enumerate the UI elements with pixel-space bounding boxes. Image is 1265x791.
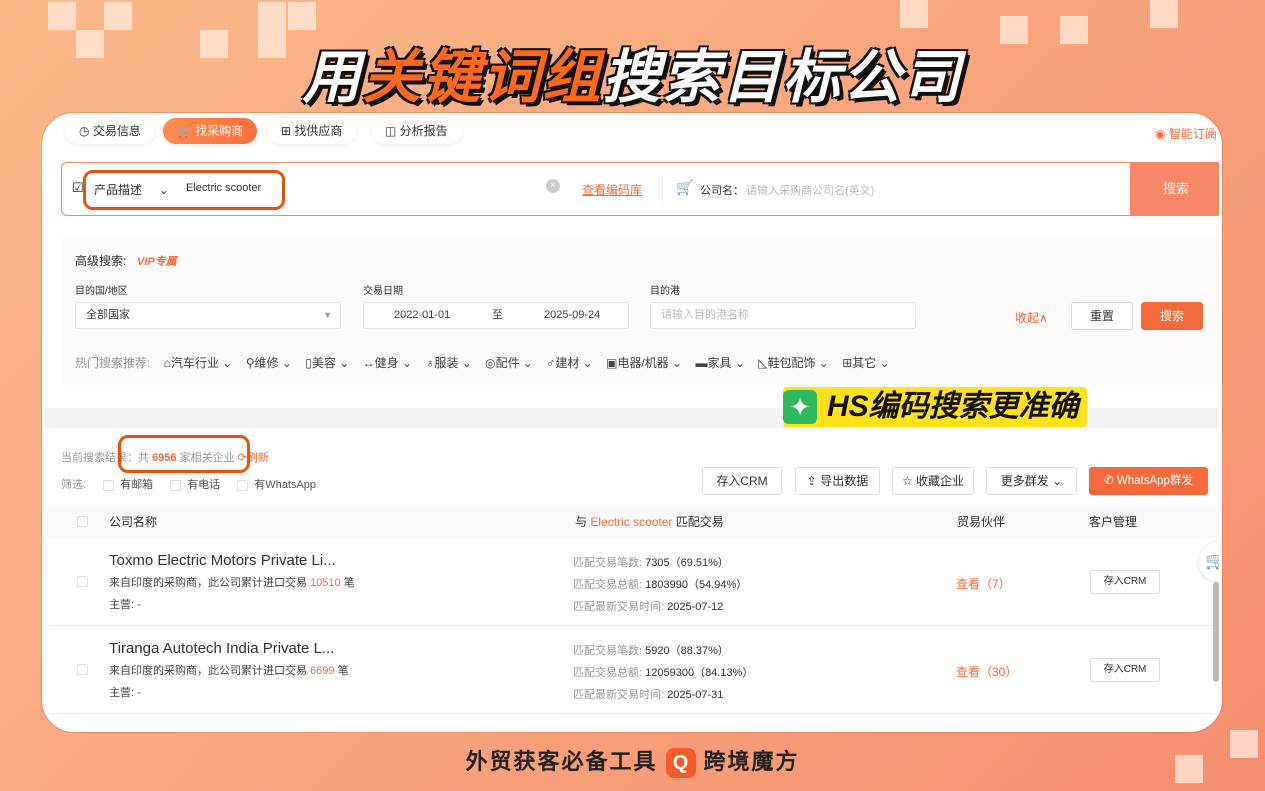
tab-find-suppliers[interactable]: ⊞ 找供应商 — [267, 118, 357, 144]
dropdown-icon: ▼ — [323, 310, 332, 320]
banner-title: 用关键词组搜索目标公司 — [302, 45, 963, 110]
highlight-box — [118, 435, 250, 473]
footer: 外贸获客必备工具 Q 跨境魔方 — [0, 744, 1265, 779]
hot-item[interactable]: ▯美容 ⌄ — [305, 356, 349, 370]
date-label: 交易日期 — [363, 286, 403, 297]
col-match: 与 Electric scooter 匹配交易 — [575, 515, 724, 529]
hot-item[interactable]: ⚲维修 ⌄ — [246, 356, 292, 370]
collapse-link[interactable]: 收起∧ — [1015, 309, 1048, 326]
decor — [900, 0, 928, 28]
hot-item[interactable]: ▣电器/机器 ⌄ — [606, 356, 682, 370]
sparkle-icon: ✦ — [783, 390, 817, 424]
decor — [258, 2, 286, 30]
select-all-checkbox[interactable] — [77, 516, 88, 527]
cart-icon: 🛒 — [676, 179, 694, 195]
tab-find-buyers[interactable]: 🛒 找采购商 — [163, 118, 258, 144]
col-partner: 贸易伙伴 — [957, 515, 1006, 529]
row-checkbox[interactable] — [77, 664, 88, 675]
tab-reports[interactable]: ◫ 分析报告 — [371, 118, 462, 144]
hot-item[interactable]: ⌂汽车行业 ⌄ — [164, 356, 233, 370]
app-window: ◷ 交易信息 🛒 找采购商 ⊞ 找供应商 ◫ 分析报告 ◉ 智能订阅 ☑ 产品描… — [42, 113, 1222, 732]
company-name[interactable]: Tiranga Autotech India Private L... — [109, 640, 334, 657]
row-save-crm-button[interactable]: 存入CRM — [1090, 570, 1160, 594]
location-icon: ◉ — [1155, 127, 1166, 141]
table-row: Toxmo Electric Motors Private Li... 来自印度… — [45, 538, 1219, 626]
decor — [1150, 0, 1178, 28]
advanced-search-panel: 高级搜索: VIP专属 目的国/地区 交易日期 目的港 全部国家 ▼ 2022-0… — [61, 236, 1219, 386]
main-business: 主营: - — [109, 687, 141, 699]
hot-item[interactable]: ◎配件 ⌄ — [485, 356, 533, 370]
tab-trade-info[interactable]: ◷ 交易信息 — [65, 118, 155, 144]
company-name[interactable]: Toxmo Electric Motors Private Li... — [109, 552, 336, 569]
divider — [662, 173, 663, 205]
favorite-button[interactable]: ☆ 收藏企业 — [892, 467, 974, 495]
decor — [48, 2, 76, 30]
brand-logo: Q — [665, 748, 696, 779]
port-label: 目的港 — [650, 286, 680, 297]
row-save-crm-button[interactable]: 存入CRM — [1090, 658, 1160, 682]
country-label: 目的国/地区 — [75, 286, 128, 297]
main-business: 主营: - — [109, 599, 141, 611]
col-name: 公司名称 — [109, 515, 158, 529]
advanced-title: 高级搜索: — [75, 254, 127, 268]
table-row: Tiranga Autotech India Private L... 来自印度… — [45, 626, 1219, 714]
table-header: 公司名称 与 Electric scooter 匹配交易 贸易伙伴 客户管理 — [45, 506, 1219, 538]
filters: 筛选: 有邮箱 有电话 有WhatsApp — [61, 479, 316, 491]
port-input[interactable]: 请输入目的港名称 — [650, 302, 916, 329]
export-button[interactable]: ⇪ 导出数据 — [795, 467, 880, 495]
decor — [288, 2, 316, 30]
vip-badge: VIP专属 — [137, 256, 177, 268]
filter-email[interactable]: 有邮箱 — [89, 479, 153, 491]
company-label: 公司名： — [700, 185, 744, 197]
hs-code-badge: ✦ HS编码搜索更准确 — [783, 387, 1087, 427]
hot-item[interactable]: ⊞其它 ⌄ — [842, 356, 889, 370]
hot-label: 热门搜索推荐: — [75, 356, 151, 370]
save-crm-button[interactable]: 存入CRM — [702, 467, 782, 495]
hot-item[interactable]: ♁服装 ⌄ — [425, 356, 471, 370]
decor — [104, 2, 132, 30]
reset-button[interactable]: 重置 — [1071, 302, 1133, 330]
whatsapp-broadcast-button[interactable]: ✆ WhatsApp群发 — [1089, 467, 1208, 495]
hot-searches: 热门搜索推荐: ⌂汽车行业 ⌄ ⚲维修 ⌄ ▯美容 ⌄ ↔健身 ⌄ ♁服装 ⌄ … — [75, 354, 900, 371]
smart-subscribe-link[interactable]: ◉ 智能订阅 — [1155, 125, 1217, 142]
date-range-input[interactable]: 2022-01-01 至 2025-09-24 — [363, 302, 629, 329]
hot-item[interactable]: ◺鞋包配饰 ⌄ — [758, 356, 829, 370]
country-select[interactable]: 全部国家 ▼ — [75, 302, 341, 329]
row-checkbox[interactable] — [77, 576, 88, 587]
code-library-link[interactable]: 查看编码库 — [582, 181, 642, 198]
hot-item[interactable]: ♂建材 ⌄ — [546, 356, 592, 370]
highlight-box — [83, 170, 285, 210]
search-button[interactable]: 搜索 — [1130, 163, 1219, 215]
col-manage: 客户管理 — [1089, 515, 1138, 529]
advanced-search-button[interactable]: 搜索 — [1141, 302, 1203, 330]
more-broadcast-button[interactable]: 更多群发 ⌄ — [986, 467, 1077, 495]
view-partners-link[interactable]: 查看（7） — [956, 575, 1011, 592]
search-type-icon: ☑ — [72, 180, 84, 195]
company-input[interactable]: 请输入采购商公司名(英文) — [746, 182, 874, 198]
hot-item[interactable]: ▬家具 ⌄ — [696, 356, 745, 370]
hot-item[interactable]: ↔健身 ⌄ — [363, 356, 412, 370]
view-partners-link[interactable]: 查看（30） — [956, 663, 1017, 680]
scrollbar[interactable] — [1213, 582, 1219, 682]
filter-phone[interactable]: 有电话 — [156, 479, 220, 491]
filter-whatsapp[interactable]: 有WhatsApp — [223, 479, 316, 491]
clear-icon[interactable]: × — [546, 179, 560, 193]
